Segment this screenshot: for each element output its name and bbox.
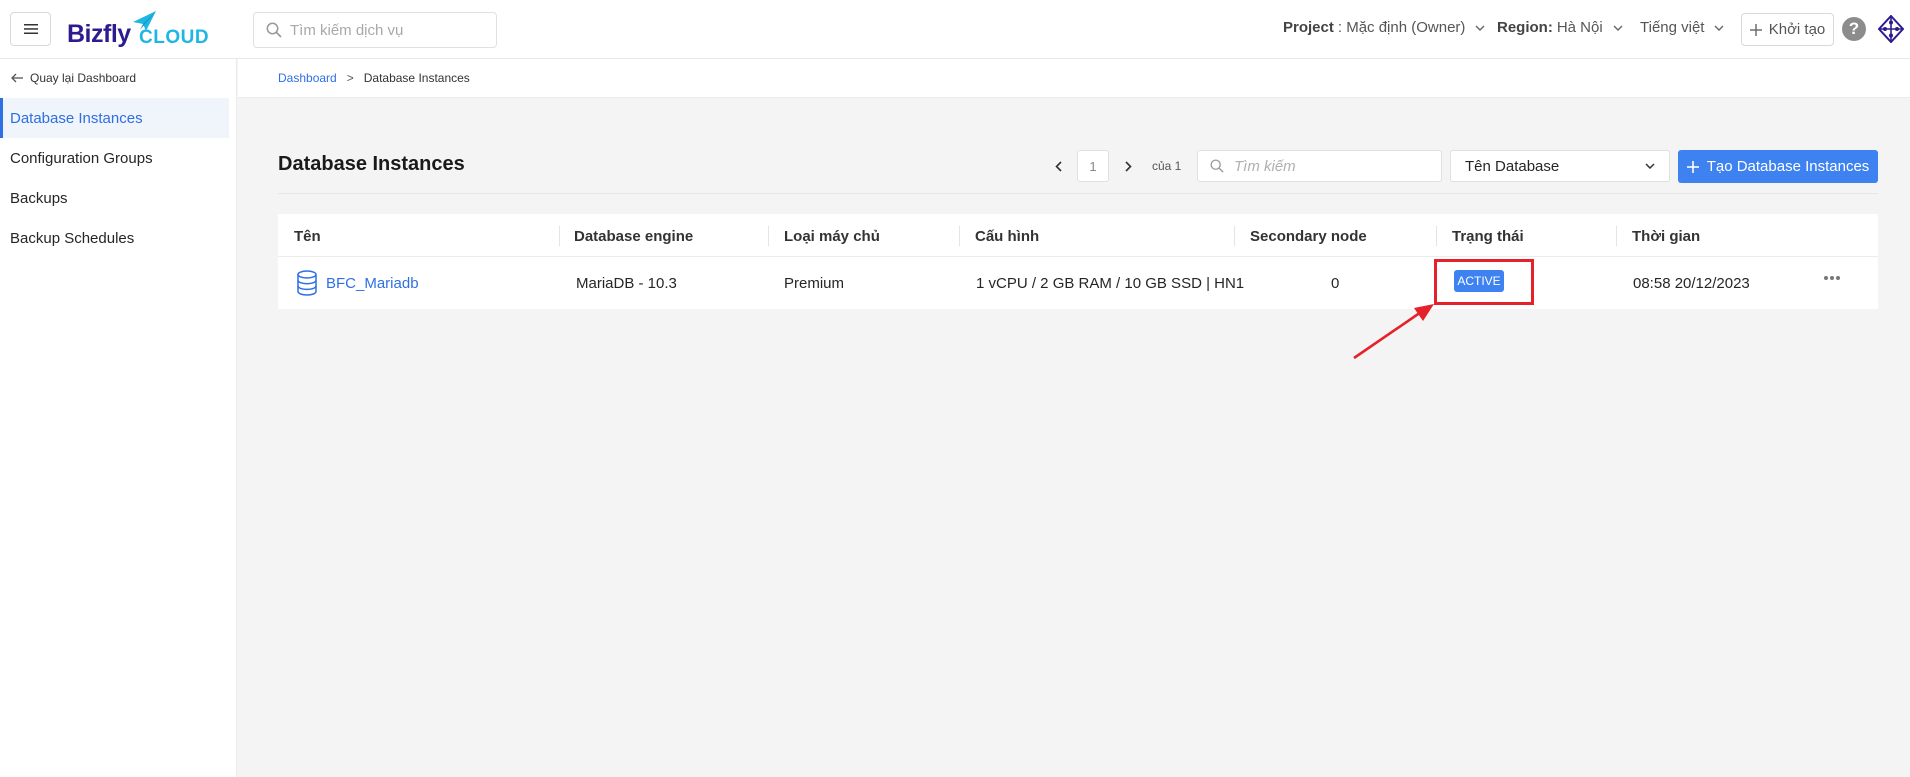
- chevron-down-icon: [1475, 25, 1485, 31]
- logo-word: Bizfly: [67, 20, 131, 48]
- column-header-server-type[interactable]: Loại máy chủ: [784, 228, 880, 245]
- sidebar-item-label: Database Instances: [10, 109, 143, 127]
- chevron-down-icon: [1714, 25, 1724, 31]
- top-header: Bizfly CLOUD Project : Mặc định (Owner) …: [0, 0, 1910, 59]
- column-divider: [768, 226, 769, 246]
- column-header-engine[interactable]: Database engine: [574, 228, 693, 245]
- title-divider: [278, 193, 1878, 194]
- create-database-instance-button[interactable]: Tạo Database Instances: [1678, 150, 1878, 183]
- sidebar-item-label: Backup Schedules: [10, 229, 135, 247]
- column-header-secondary-node[interactable]: Secondary node: [1250, 228, 1367, 245]
- page-title: Database Instances: [278, 153, 465, 175]
- instance-config: 1 vCPU / 2 GB RAM / 10 GB SSD | HN1: [976, 275, 1245, 292]
- instance-time: 08:58 20/12/2023: [1633, 275, 1750, 292]
- instances-table: Tên Database engine Loại máy chủ Cấu hìn…: [278, 214, 1878, 309]
- create-database-instance-label: Tạo Database Instances: [1706, 158, 1870, 175]
- search-field-select[interactable]: Tên Database: [1450, 150, 1670, 182]
- column-divider: [559, 226, 560, 246]
- sidebar-item-label: Backups: [10, 189, 68, 207]
- region-value: Hà Nội: [1556, 19, 1603, 36]
- instance-search[interactable]: [1197, 150, 1442, 182]
- search-field-value: Tên Database: [1465, 157, 1560, 175]
- arrow-left-icon: [11, 73, 23, 83]
- instance-search-input[interactable]: [1234, 157, 1424, 175]
- menu-toggle-button[interactable]: [10, 12, 51, 46]
- create-resource-button[interactable]: Khởi tạo: [1741, 13, 1834, 46]
- breadcrumb-current: Database Instances: [363, 71, 470, 85]
- chevron-down-icon: [1645, 163, 1655, 169]
- instance-server-type: Premium: [784, 275, 845, 292]
- search-icon: [266, 22, 282, 38]
- instance-secondary-node: 0: [1331, 275, 1340, 292]
- table-row[interactable]: BFC_Mariadb MariaDB - 10.3 Premium 1 vCP…: [278, 257, 1878, 309]
- project-selector[interactable]: Project : Mặc định (Owner): [1283, 19, 1485, 36]
- service-search-input[interactable]: [290, 21, 480, 39]
- instance-name-link[interactable]: BFC_Mariadb: [326, 275, 419, 292]
- apps-grid-icon[interactable]: [1878, 15, 1904, 43]
- breadcrumb-dashboard-link[interactable]: Dashboard: [278, 71, 337, 85]
- column-header-status[interactable]: Trạng thái: [1452, 228, 1524, 245]
- sidebar-item-label: Configuration Groups: [10, 149, 153, 167]
- language-selector[interactable]: Tiếng việt: [1640, 19, 1724, 36]
- create-resource-label: Khởi tạo: [1768, 21, 1826, 38]
- more-options-icon[interactable]: [1823, 275, 1841, 281]
- sidebar: Quay lại Dashboard Database Instances Co…: [0, 59, 237, 777]
- pagination-prev-button[interactable]: [1048, 156, 1068, 176]
- column-divider: [1436, 226, 1437, 246]
- pagination-next-button[interactable]: [1118, 156, 1138, 176]
- status-highlight-annotation: [1434, 259, 1534, 305]
- breadcrumb: Dashboard > Database Instances: [238, 59, 1910, 98]
- bizfly-logo[interactable]: Bizfly CLOUD: [67, 10, 210, 50]
- back-to-dashboard-link[interactable]: Quay lại Dashboard: [11, 71, 136, 85]
- hamburger-icon: [23, 24, 38, 34]
- project-label: Project: [1283, 19, 1334, 36]
- chevron-left-icon: [1054, 160, 1062, 172]
- region-selector[interactable]: Region: Hà Nội: [1497, 19, 1623, 36]
- service-search[interactable]: [253, 12, 497, 48]
- sidebar-item-backups[interactable]: Backups: [0, 178, 229, 218]
- column-divider: [1616, 226, 1617, 246]
- logo-cloud: CLOUD: [139, 27, 210, 48]
- pagination-current-page[interactable]: 1: [1077, 150, 1109, 182]
- project-value: : Mặc định (Owner): [1337, 19, 1466, 36]
- plus-icon: [1686, 160, 1699, 173]
- sidebar-item-backup-schedules[interactable]: Backup Schedules: [0, 218, 229, 258]
- arrow-annotation-icon: [1353, 304, 1434, 360]
- column-header-name[interactable]: Tên: [294, 228, 321, 245]
- sidebar-item-configuration-groups[interactable]: Configuration Groups: [0, 138, 229, 178]
- region-label: Region:: [1497, 19, 1553, 36]
- language-value: Tiếng việt: [1640, 19, 1705, 36]
- help-icon[interactable]: ?: [1842, 17, 1866, 41]
- search-icon: [1210, 159, 1224, 173]
- sidebar-item-database-instances[interactable]: Database Instances: [0, 98, 229, 138]
- chevron-down-icon: [1613, 25, 1623, 31]
- column-header-time[interactable]: Thời gian: [1632, 228, 1700, 245]
- instance-engine: MariaDB - 10.3: [576, 275, 677, 292]
- column-header-config[interactable]: Cấu hình: [975, 228, 1039, 245]
- pagination-total: của 1: [1152, 159, 1182, 173]
- back-link-label: Quay lại Dashboard: [30, 71, 137, 85]
- column-divider: [959, 226, 960, 246]
- column-divider: [1234, 226, 1235, 246]
- breadcrumb-separator: >: [346, 71, 354, 85]
- database-icon: [297, 270, 317, 296]
- instance-name-cell[interactable]: BFC_Mariadb: [296, 270, 419, 296]
- table-header: Tên Database engine Loại máy chủ Cấu hìn…: [278, 214, 1878, 257]
- chevron-right-icon: [1124, 160, 1132, 172]
- plus-icon: [1749, 23, 1762, 36]
